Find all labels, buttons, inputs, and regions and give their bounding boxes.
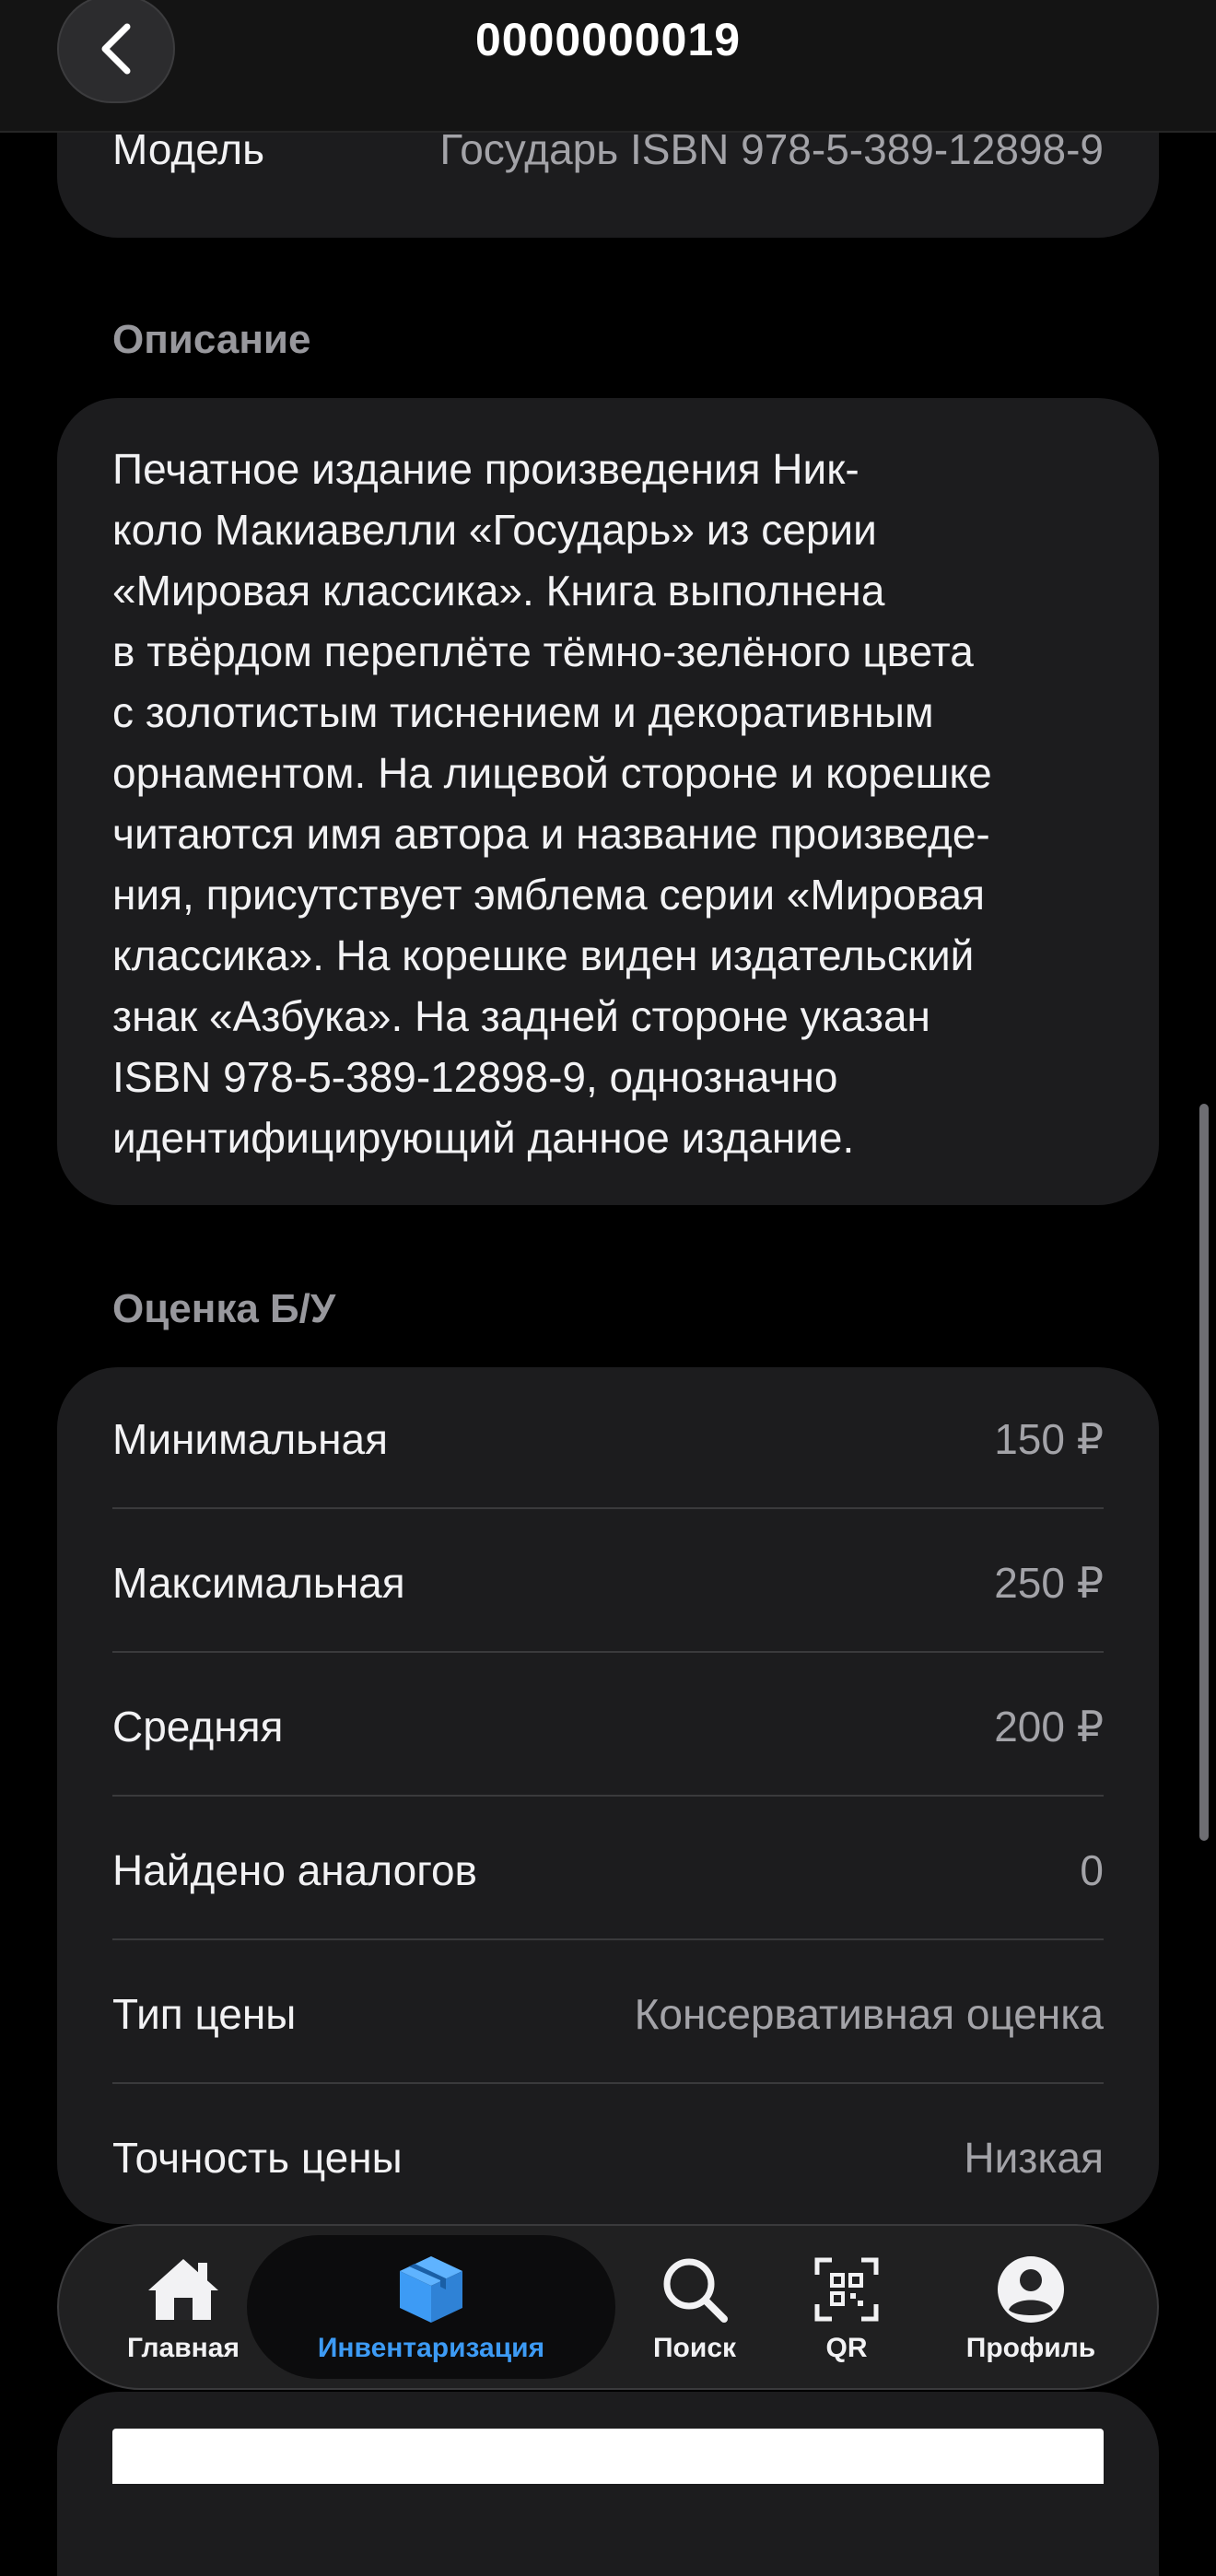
description-line: коло Макиавелли «Государь» из серии — [112, 506, 877, 554]
estimate-value: 250 ₽ — [994, 1559, 1104, 1607]
estimate-card: Минимальная 150 ₽ Максимальная 250 ₽ Сре… — [57, 1367, 1159, 2224]
estimate-row-price-type: Тип цены Консервативная оценка — [112, 1942, 1104, 2086]
tab-profile[interactable]: Профиль — [943, 2226, 1118, 2388]
description-line: знак «Азбука». На задней стороне указан — [112, 992, 930, 1040]
estimate-row-accuracy: Точность цены Низкая — [112, 2086, 1104, 2230]
profile-icon — [998, 2256, 1064, 2323]
estimate-row-analogs: Найдено аналогов 0 — [112, 1798, 1104, 1942]
estimate-row-average: Средняя 200 ₽ — [112, 1655, 1104, 1798]
estimate-value: 200 ₽ — [994, 1703, 1104, 1751]
box-icon — [400, 2256, 462, 2323]
estimate-label: Максимальная — [112, 1559, 405, 1607]
estimate-label: Средняя — [112, 1703, 284, 1751]
estimate-value: Низкая — [964, 2134, 1104, 2182]
page-title: 0000000019 — [474, 14, 742, 65]
estimate-value: Консервативная оценка — [634, 1990, 1104, 2038]
tab-label: Инвентаризация — [317, 2333, 545, 2363]
house-icon — [148, 2259, 218, 2320]
next-card-image — [112, 2429, 1104, 2484]
description-line: читаются имя автора и название произведе… — [112, 810, 990, 858]
divider — [112, 1938, 1104, 1940]
estimate-label: Тип цены — [112, 1990, 297, 2038]
description-line: с золотистым тиснением и декоративным — [112, 688, 934, 736]
description-line: ISBN 978-5-389-12898-9, однозначно — [112, 1053, 838, 1101]
description-line: Печатное издание произведения Ник- — [112, 445, 859, 493]
divider — [112, 1795, 1104, 1797]
tab-qr[interactable]: QR — [796, 2226, 897, 2388]
divider — [112, 1651, 1104, 1653]
description-line: идентифицирующий данное издание. — [112, 1114, 855, 1162]
description-line: орнаментом. На лицевой стороне и корешке — [112, 749, 992, 797]
tab-label: QR — [825, 2333, 868, 2363]
tab-label: Профиль — [965, 2333, 1096, 2363]
description-line: ния, присутствует эмблема серии «Мировая — [112, 871, 985, 919]
tab-home[interactable]: Главная — [114, 2226, 252, 2388]
divider — [112, 2082, 1104, 2084]
tab-label: Главная — [126, 2333, 240, 2363]
next-card — [57, 2392, 1159, 2576]
qr-code-icon — [814, 2257, 879, 2322]
estimate-label: Минимальная — [112, 1415, 389, 1463]
description-section-title: Описание — [112, 317, 311, 362]
estimate-row-max: Максимальная 250 ₽ — [112, 1511, 1104, 1655]
estimate-section-title: Оценка Б/У — [112, 1286, 336, 1331]
tab-label: Поиск — [652, 2333, 737, 2363]
description-text: Печатное издание произведения Ник- коло … — [112, 439, 1117, 1168]
description-line: «Мировая классика». Книга выполнена — [112, 567, 885, 615]
estimate-value: 150 ₽ — [994, 1415, 1104, 1463]
estimate-row-min: Минимальная 150 ₽ — [112, 1367, 1104, 1511]
description-line: классика». На корешке виден издательский — [112, 931, 975, 979]
tab-search[interactable]: Поиск — [612, 2226, 778, 2388]
description-line: в твёрдом переплёте тёмно-зелёного цвета — [112, 627, 974, 675]
estimate-value: 0 — [1080, 1846, 1104, 1894]
estimate-label: Точность цены — [112, 2134, 403, 2182]
search-icon — [663, 2258, 728, 2323]
tab-bar: Главная Инвентаризация Поиск QR Профиль — [57, 2224, 1159, 2390]
tab-inventory[interactable]: Инвентаризация — [247, 2226, 615, 2388]
description-card: Печатное издание произведения Ник- коло … — [57, 398, 1159, 1205]
scroll-indicator[interactable] — [1199, 1104, 1209, 1841]
navigation-bar: 0000000019 — [0, 0, 1216, 133]
estimate-label: Найдено аналогов — [112, 1846, 477, 1894]
divider — [112, 1507, 1104, 1509]
